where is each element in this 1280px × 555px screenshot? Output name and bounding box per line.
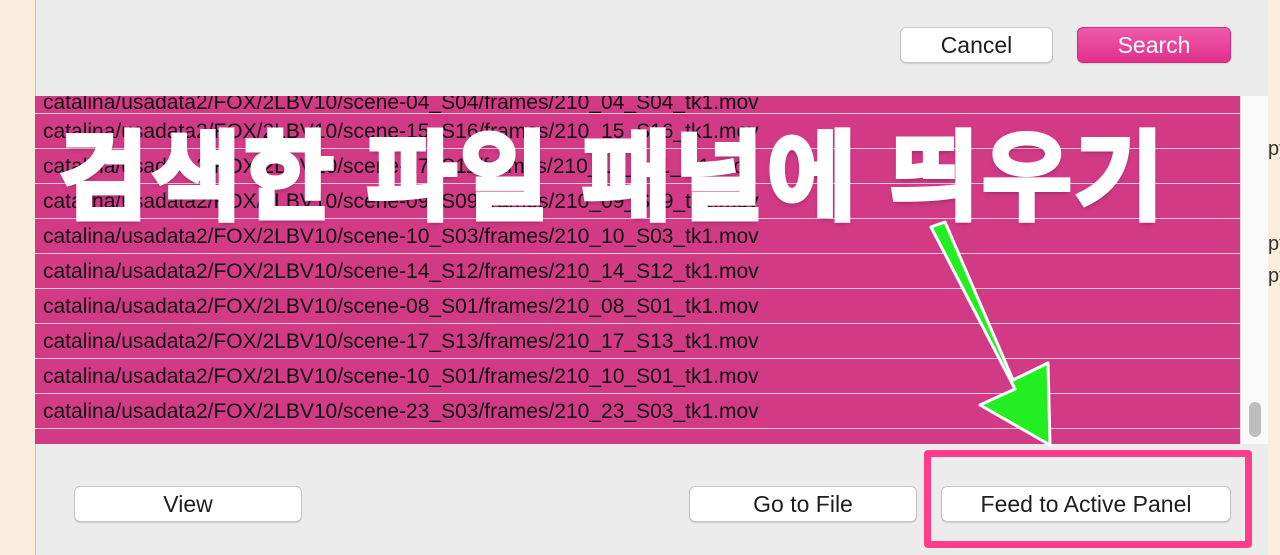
annotation-highlight-box (924, 450, 1252, 548)
